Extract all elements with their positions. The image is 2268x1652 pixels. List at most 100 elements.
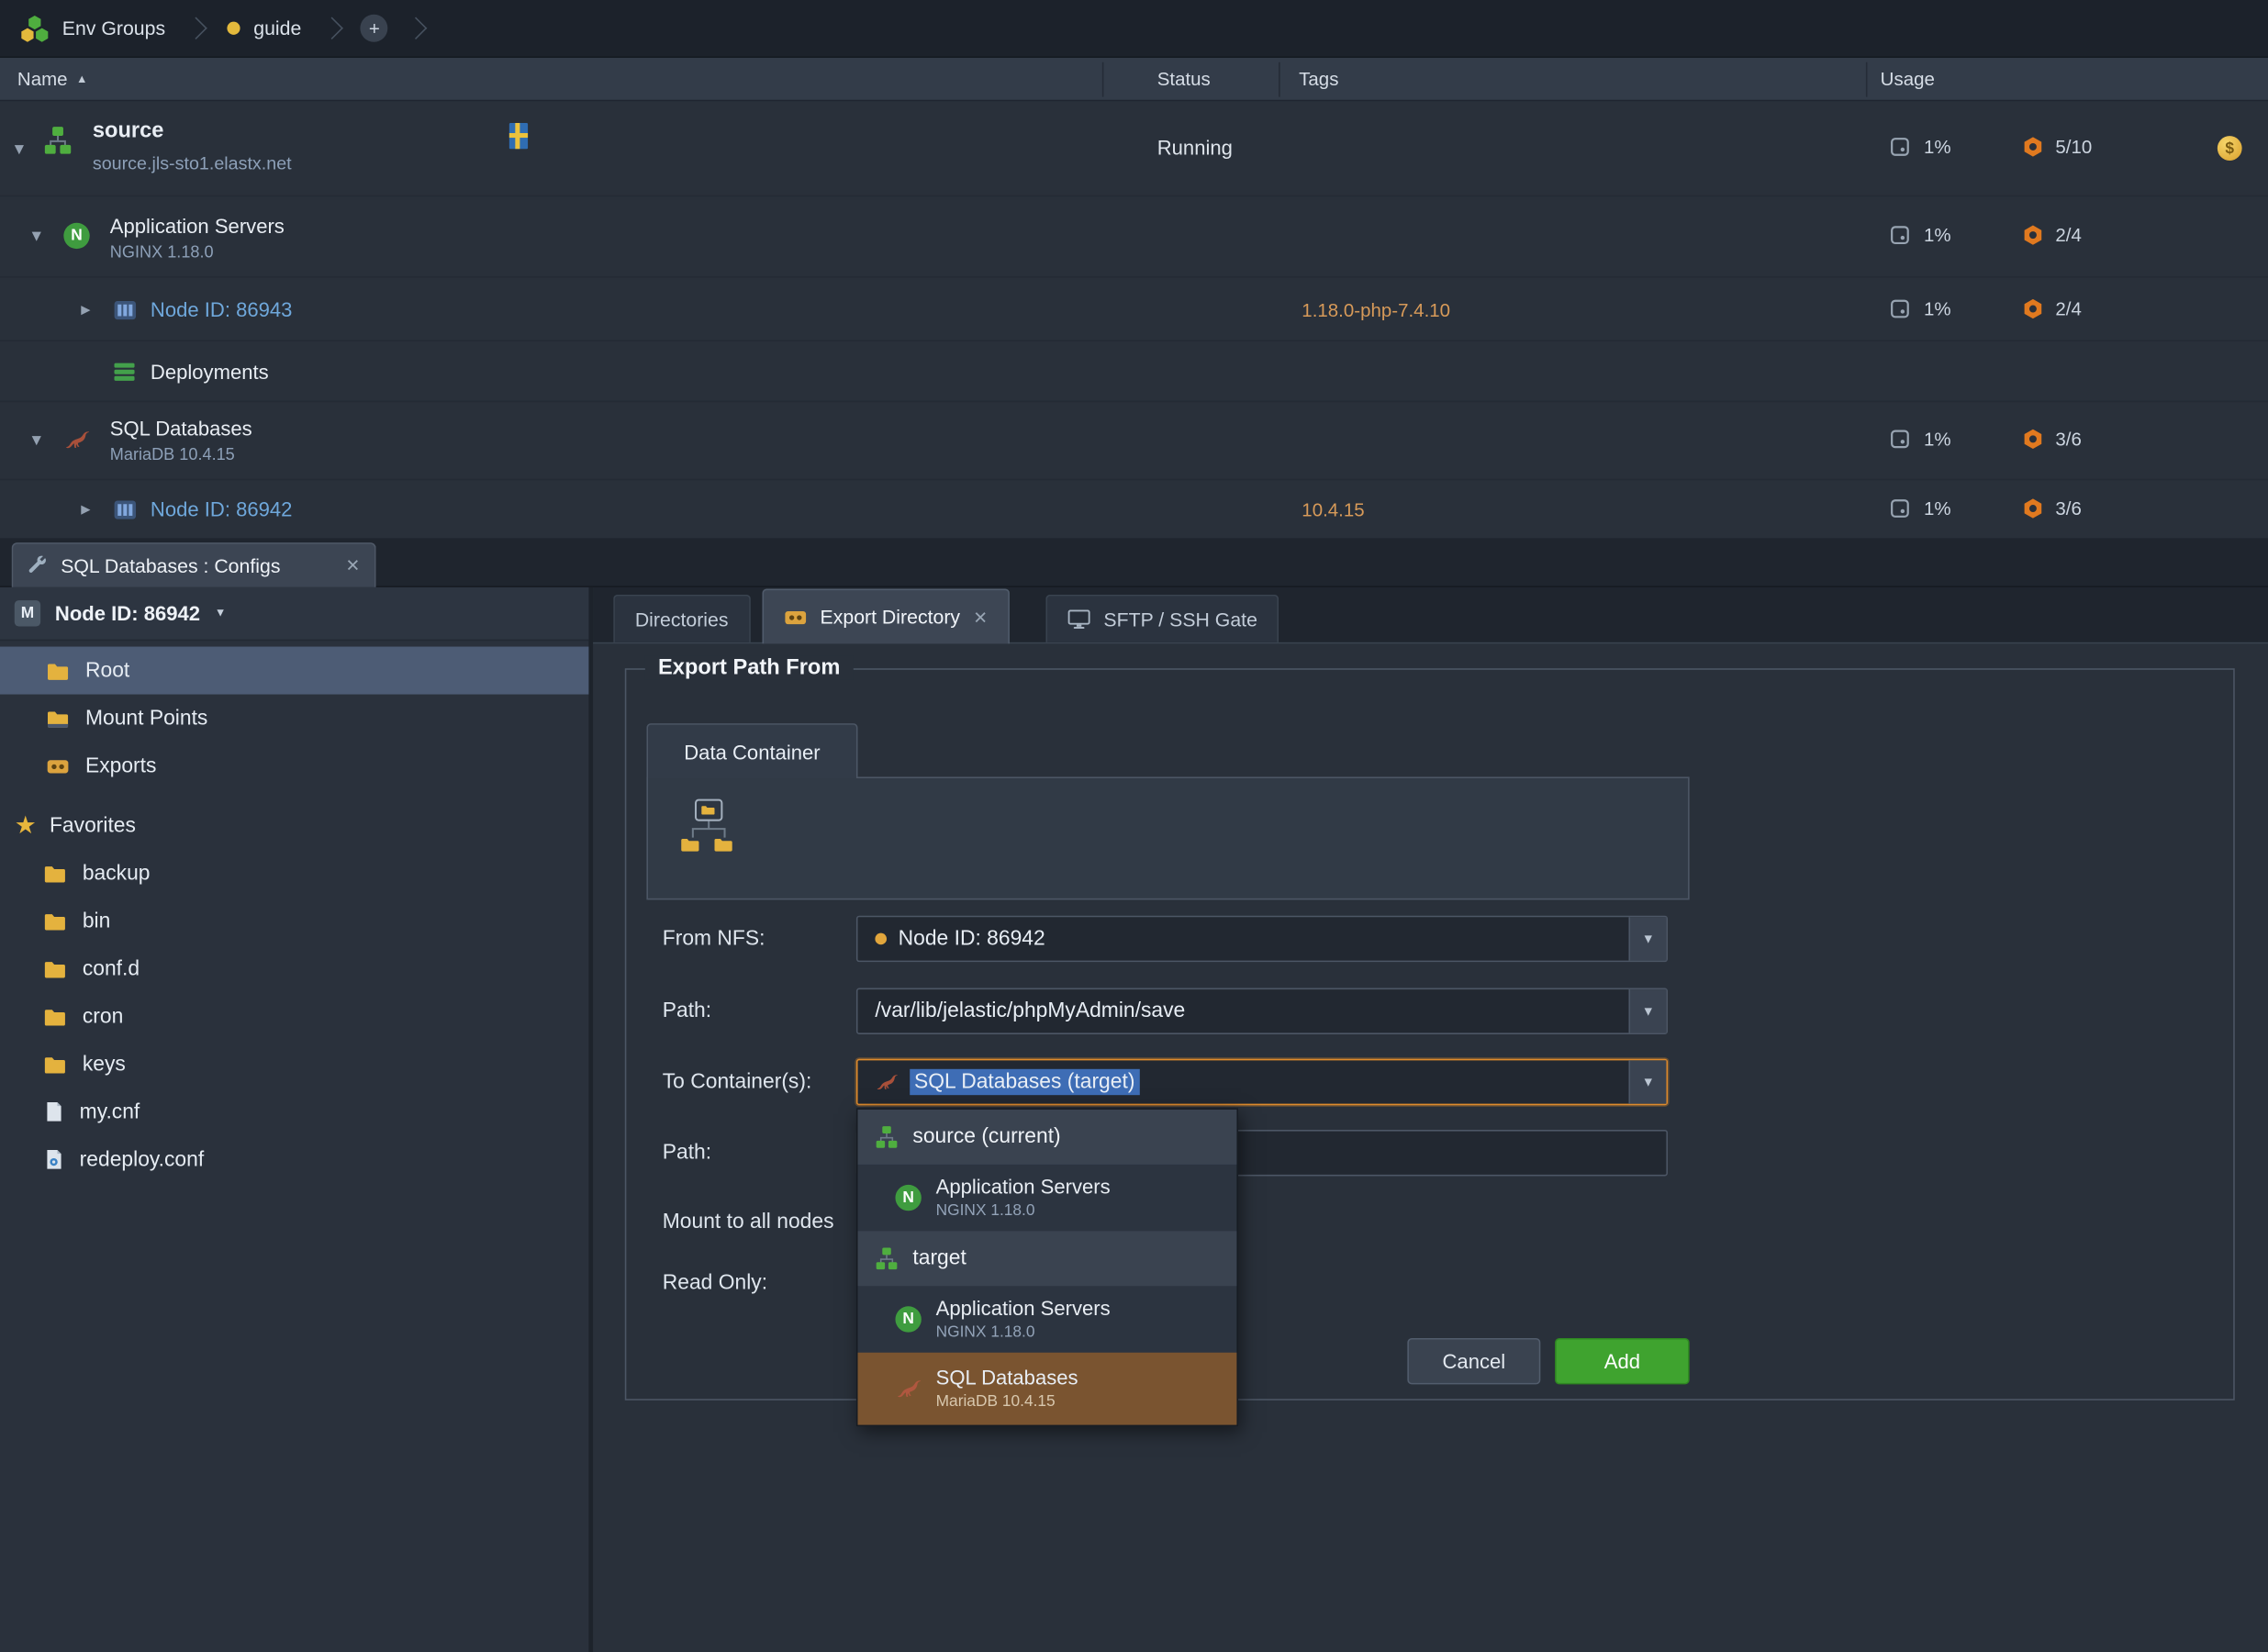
- path2-label: Path:: [663, 1142, 711, 1165]
- env-list-header: Name ▲ Status Tags Usage: [0, 58, 2268, 101]
- mariadb-node-icon: M: [15, 600, 40, 626]
- column-divider: [1102, 62, 1104, 97]
- to-containers-value: SQL Databases (target): [910, 1069, 1139, 1095]
- deployments-icon: [113, 360, 136, 383]
- expand-icon[interactable]: ▸: [81, 299, 90, 318]
- disk-usage-value: 1%: [1924, 429, 1951, 451]
- env-guide-label: guide: [253, 17, 301, 39]
- tree-item-keys[interactable]: keys: [0, 1040, 588, 1088]
- dropdown-group-target[interactable]: target: [858, 1231, 1237, 1286]
- breadcrumb-env-guide[interactable]: guide: [207, 0, 322, 57]
- add-env-group-button[interactable]: +: [361, 15, 388, 42]
- column-tags[interactable]: Tags: [1299, 58, 1338, 100]
- tab-export-directory[interactable]: Export Directory ✕: [762, 589, 1009, 644]
- column-name[interactable]: Name ▲: [17, 58, 88, 100]
- export-directory-icon: [784, 607, 807, 627]
- column-status-label: Status: [1157, 68, 1211, 90]
- cloudlets-icon: [2022, 497, 2044, 519]
- tree-item-root[interactable]: Root: [0, 647, 588, 695]
- dropdown-item-title: Application Servers: [936, 1177, 1111, 1199]
- region-flag-icon: [509, 123, 528, 149]
- tree-item-label: redeploy.conf: [80, 1148, 205, 1171]
- tab-label: Data Container: [684, 740, 820, 763]
- dropdown-item-title: Application Servers: [936, 1298, 1111, 1320]
- env-row-app-servers[interactable]: ▾ N Application Servers NGINX 1.18.0 1% …: [0, 196, 2268, 277]
- tab-directories[interactable]: Directories: [613, 595, 750, 642]
- disk-usage-icon: [1891, 430, 1909, 448]
- from-nfs-select[interactable]: Node ID: 86942 ▼: [856, 916, 1668, 962]
- folder-icon: [43, 910, 66, 931]
- cloudlets-icon: [2022, 298, 2044, 320]
- tab-label: Export Directory: [821, 606, 961, 628]
- nginx-icon: N: [895, 1185, 921, 1211]
- column-usage[interactable]: Usage: [1881, 58, 1935, 100]
- env-domain: source.jls-sto1.elastx.net: [93, 153, 292, 173]
- monitor-icon: [1067, 609, 1090, 630]
- billing-icon: $: [2218, 136, 2242, 161]
- add-button[interactable]: Add: [1555, 1338, 1690, 1384]
- folder-icon: [43, 1054, 66, 1074]
- tab-label: Directories: [635, 608, 729, 631]
- breadcrumb: Env Groups guide +: [0, 0, 2268, 58]
- dropdown-item-app-servers-target[interactable]: N Application Servers NGINX 1.18.0: [858, 1286, 1237, 1353]
- collapse-icon[interactable]: ▾: [15, 139, 24, 157]
- dropdown-group-source[interactable]: source (current): [858, 1110, 1237, 1165]
- dropdown-item-app-servers-source[interactable]: N Application Servers NGINX 1.18.0: [858, 1165, 1237, 1232]
- tree-item-mycnf[interactable]: my.cnf: [0, 1088, 588, 1135]
- cloudlets-value: 5/10: [2055, 136, 2092, 158]
- env-row-node-86942[interactable]: ▸ Node ID: 86942 10.4.15 1% 3/6: [0, 480, 2268, 538]
- disk-usage-icon: [1891, 299, 1909, 318]
- node-group-version: NGINX 1.18.0: [110, 244, 214, 262]
- tree-item-redeploy-conf[interactable]: redeploy.conf: [0, 1135, 588, 1183]
- env-row-source[interactable]: ▾ source source.jls-sto1.elastx.net Runn…: [0, 101, 2268, 196]
- dropdown-trigger[interactable]: ▼: [1628, 917, 1666, 960]
- dropdown-trigger[interactable]: ▼: [1628, 989, 1666, 1032]
- to-containers-label: To Container(s):: [663, 1070, 812, 1093]
- tree-item-label: keys: [83, 1053, 126, 1076]
- jelastic-dashboard: Env Groups guide + Name ▲ Status Tags Us…: [0, 0, 2268, 1652]
- tab-data-container[interactable]: Data Container: [646, 723, 857, 778]
- disk-usage-icon: [1891, 499, 1909, 518]
- exports-icon: [46, 756, 69, 776]
- close-icon[interactable]: ✕: [973, 608, 988, 626]
- cloudlets-value: 2/4: [2055, 298, 2081, 320]
- tree-item-confd[interactable]: conf.d: [0, 944, 588, 992]
- tree-item-exports[interactable]: Exports: [0, 742, 588, 790]
- dropdown-item-sql-databases-target[interactable]: SQL Databases MariaDB 10.4.15: [858, 1353, 1237, 1425]
- path-value: /var/lib/jelastic/phpMyAdmin/save: [875, 999, 1185, 1022]
- node-icon: [113, 298, 138, 323]
- tab-sql-databases-configs[interactable]: SQL Databases : Configs ✕: [12, 542, 376, 587]
- expand-icon[interactable]: ▸: [81, 499, 90, 518]
- collapse-icon[interactable]: ▾: [32, 430, 41, 448]
- path-select[interactable]: /var/lib/jelastic/phpMyAdmin/save ▼: [856, 988, 1668, 1034]
- cancel-button[interactable]: Cancel: [1407, 1338, 1540, 1384]
- node-id-link[interactable]: Node ID: 86942: [151, 497, 293, 521]
- tree-item-bin[interactable]: bin: [0, 897, 588, 944]
- tree-item-label: my.cnf: [80, 1100, 140, 1123]
- env-status: Running: [1157, 136, 1233, 159]
- tree-item-cron[interactable]: cron: [0, 992, 588, 1040]
- collapse-icon[interactable]: ▾: [32, 226, 41, 244]
- breadcrumb-separator-icon: [405, 17, 428, 39]
- tree-item-mount-points[interactable]: Mount Points: [0, 695, 588, 742]
- tab-sftp-ssh-gate[interactable]: SFTP / SSH Gate: [1045, 595, 1279, 642]
- env-row-sql-databases[interactable]: ▾ SQL Databases MariaDB 10.4.15 1% 3/6: [0, 402, 2268, 480]
- env-row-node-86943[interactable]: ▸ Node ID: 86943 1.18.0-php-7.4.10 1% 2/…: [0, 278, 2268, 341]
- node-id-link[interactable]: Node ID: 86943: [151, 298, 293, 322]
- share-containers-icon: [676, 797, 742, 864]
- breadcrumb-env-groups[interactable]: Env Groups: [0, 0, 185, 57]
- node-selector[interactable]: M Node ID: 86942 ▼: [0, 587, 588, 641]
- env-row-deployments[interactable]: Deployments: [0, 341, 2268, 402]
- tree-section-favorites[interactable]: ★ Favorites: [0, 801, 588, 849]
- dropdown-item-subtitle: NGINX 1.18.0: [936, 1323, 1111, 1341]
- tree-item-backup[interactable]: backup: [0, 849, 588, 897]
- disk-usage-value: 1%: [1924, 298, 1951, 320]
- column-status[interactable]: Status: [1157, 58, 1211, 100]
- to-containers-select[interactable]: SQL Databases (target) ▼: [856, 1059, 1668, 1105]
- caret-down-icon: ▼: [1642, 932, 1655, 945]
- dropdown-trigger[interactable]: ▼: [1628, 1060, 1666, 1103]
- caret-down-icon: ▼: [1642, 1005, 1655, 1018]
- environment-icon: [43, 126, 73, 155]
- close-icon[interactable]: ✕: [346, 557, 361, 575]
- read-only-label: Read Only:: [663, 1271, 767, 1294]
